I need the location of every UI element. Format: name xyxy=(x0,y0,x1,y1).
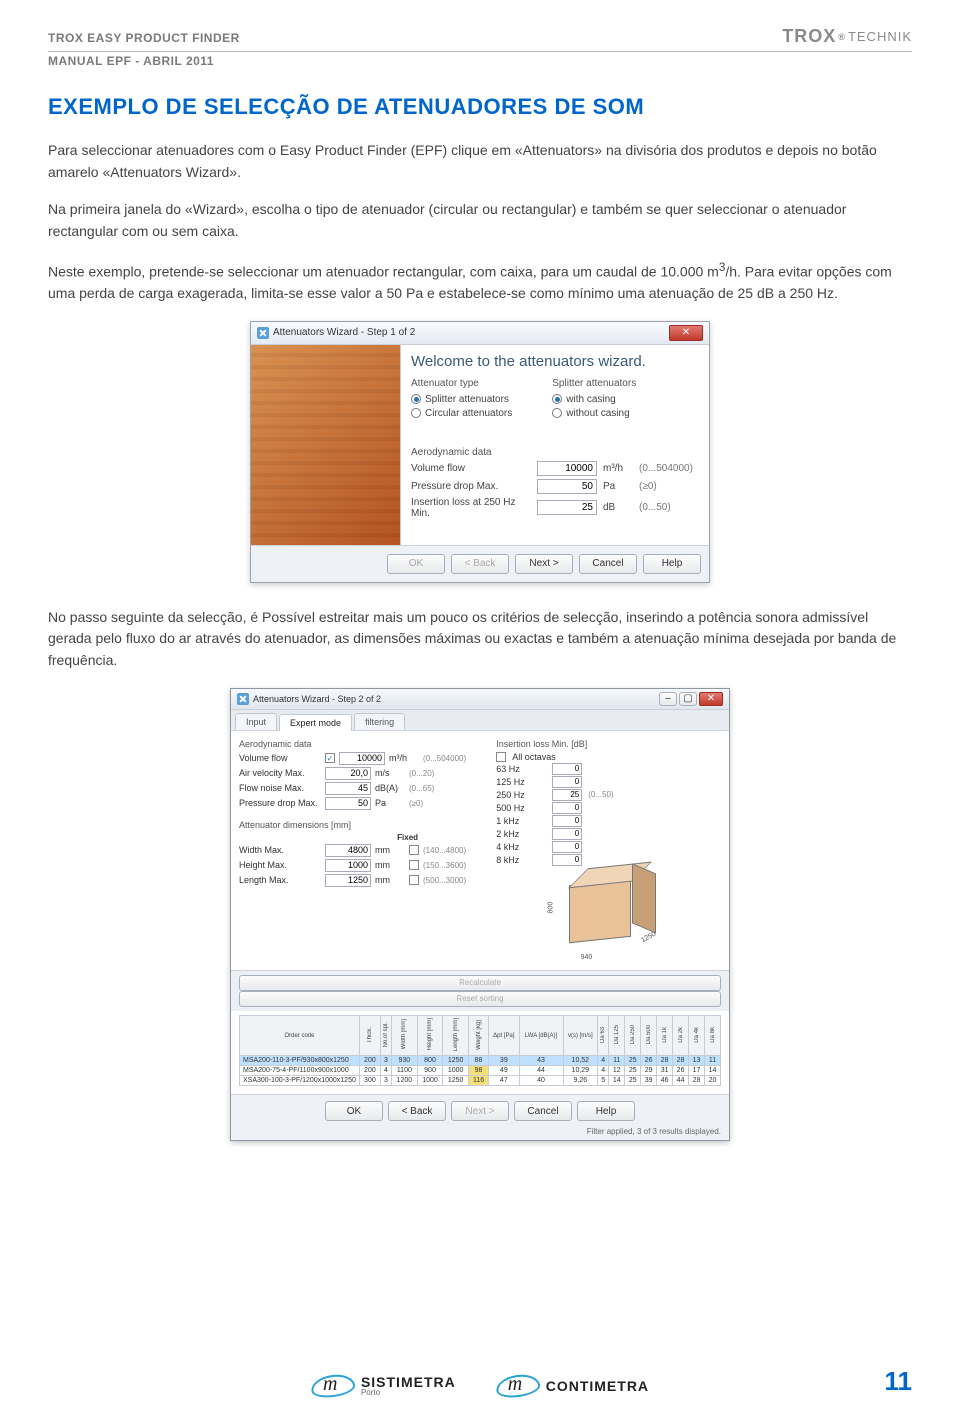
next-button-2[interactable]: Next > xyxy=(451,1101,509,1121)
width-fixed-check[interactable] xyxy=(409,845,419,855)
flow-noise-input[interactable] xyxy=(325,782,371,795)
paragraph-2: Na primeira janela do «Wizard», escolha … xyxy=(48,199,912,242)
volume-flow-input[interactable] xyxy=(537,461,597,476)
air-velocity-input[interactable] xyxy=(325,767,371,780)
reset-sorting-button[interactable]: Reset sorting xyxy=(239,991,721,1007)
back-button-2[interactable]: < Back xyxy=(388,1101,446,1121)
tab-input[interactable]: Input xyxy=(235,713,277,730)
close-button[interactable]: ✕ xyxy=(669,325,703,341)
radio-with-casing[interactable]: with casing xyxy=(552,394,636,405)
radio-splitter[interactable]: Splitter attenuators xyxy=(411,394,512,405)
length-max-input[interactable] xyxy=(325,874,371,887)
oct-63-input[interactable] xyxy=(552,763,582,775)
next-button[interactable]: Next > xyxy=(515,554,573,574)
maximize-button[interactable]: ▢ xyxy=(679,692,697,706)
attenuator-type-label: Attenuator type xyxy=(411,378,512,389)
oct-4k-input[interactable] xyxy=(552,841,582,853)
app-icon xyxy=(237,693,249,705)
radio-dot-icon xyxy=(411,408,421,418)
wizard-step1-window: Attenuators Wizard - Step 1 of 2 ✕ Welco… xyxy=(250,321,710,583)
insertion-loss-label: Insertion loss at 250 Hz Min. xyxy=(411,497,531,519)
oct-250-input[interactable] xyxy=(552,789,582,801)
dimensions-label: Attenuator dimensions [mm] xyxy=(239,820,486,830)
radio-dot-icon xyxy=(552,408,562,418)
pressure-drop-input-2[interactable] xyxy=(325,797,371,810)
tab-filtering[interactable]: filtering xyxy=(354,713,405,730)
splitter-type-label: Splitter attenuators xyxy=(552,378,636,389)
pressure-drop-input[interactable] xyxy=(537,479,597,494)
wizard-welcome: Welcome to the attenuators wizard. xyxy=(411,353,699,370)
results-table: Order code Thick. No.of spl. Width [mm] … xyxy=(239,1015,721,1086)
height-max-input[interactable] xyxy=(325,859,371,872)
result-row-3[interactable]: XSA300-100-3-PF/1200x1000x1250 3003 1200… xyxy=(240,1076,721,1086)
cancel-button-2[interactable]: Cancel xyxy=(514,1101,572,1121)
paragraph-1: Para seleccionar atenuadores com o Easy … xyxy=(48,140,912,183)
radio-dot-icon xyxy=(552,394,562,404)
volume-flow-check[interactable]: ✓ xyxy=(325,753,335,763)
header-left: TROX EASY PRODUCT FINDER xyxy=(48,31,240,45)
oct-2k-input[interactable] xyxy=(552,828,582,840)
radio-circular[interactable]: Circular attenuators xyxy=(411,408,512,419)
back-button[interactable]: < Back xyxy=(451,554,509,574)
result-row-2[interactable]: MSA200-75-4-PF/1100x900x1000 2004 110090… xyxy=(240,1066,721,1076)
paragraph-4: No passo seguinte da selecção, é Possíve… xyxy=(48,607,912,672)
paragraph-3: Neste exemplo, pretende-se seleccionar u… xyxy=(48,259,912,305)
page-number: 11 xyxy=(885,1366,913,1397)
window-title: Attenuators Wizard - Step 1 of 2 xyxy=(273,327,415,338)
oct-8k-input[interactable] xyxy=(552,854,582,866)
oct-500-input[interactable] xyxy=(552,802,582,814)
trox-logo: TROX® TECHNIK xyxy=(782,26,912,47)
height-fixed-check[interactable] xyxy=(409,860,419,870)
all-octaves-check[interactable] xyxy=(496,752,506,762)
volume-flow-input-2[interactable] xyxy=(339,752,385,765)
aero-data-label-2: Aerodynamic data xyxy=(239,739,486,749)
volume-flow-label: Volume flow xyxy=(411,463,531,474)
recalculate-button[interactable]: Recalculate xyxy=(239,975,721,991)
contimetra-logo: CONTIMETRA xyxy=(496,1375,649,1397)
header-sub: MANUAL EPF - ABRIL 2011 xyxy=(48,54,912,68)
wizard-step2-window: Attenuators Wizard - Step 2 of 2 – ▢ ✕ I… xyxy=(230,688,730,1141)
page-title: EXEMPLO DE SELECÇÃO DE ATENUADORES DE SO… xyxy=(48,94,912,120)
page-footer: SISTIMETRA Porto CONTIMETRA xyxy=(0,1374,960,1397)
help-button[interactable]: Help xyxy=(643,554,701,574)
radio-dot-icon xyxy=(411,394,421,404)
attenuator-3d-icon: 800 940 1250 xyxy=(549,872,669,962)
insertion-loss-input[interactable] xyxy=(537,500,597,515)
close-button-2[interactable]: ✕ xyxy=(699,692,723,706)
ok-button[interactable]: OK xyxy=(387,554,445,574)
cancel-button[interactable]: Cancel xyxy=(579,554,637,574)
sistimetra-logo: SISTIMETRA Porto xyxy=(311,1374,456,1397)
width-max-input[interactable] xyxy=(325,844,371,857)
oct-1k-input[interactable] xyxy=(552,815,582,827)
pressure-drop-label: Pressure drop Max. xyxy=(411,481,531,492)
insertion-loss-label-2: Insertion loss Min. [dB] xyxy=(496,739,721,749)
app-icon xyxy=(257,327,269,339)
filter-status: Filter applied, 3 of 3 results displayed… xyxy=(239,1127,721,1136)
wizard-illustration xyxy=(251,345,401,545)
ok-button-2[interactable]: OK xyxy=(325,1101,383,1121)
result-row-1[interactable]: MSA200-110-3-PF/930x800x1250 2003 930800… xyxy=(240,1056,721,1066)
minimize-button[interactable]: – xyxy=(659,692,677,706)
help-button-2[interactable]: Help xyxy=(577,1101,635,1121)
oct-125-input[interactable] xyxy=(552,776,582,788)
length-fixed-check[interactable] xyxy=(409,875,419,885)
aero-data-label: Aerodynamic data xyxy=(411,447,699,458)
window-title-2: Attenuators Wizard - Step 2 of 2 xyxy=(253,694,381,704)
col-order-code[interactable]: Order code xyxy=(240,1015,360,1055)
radio-without-casing[interactable]: without casing xyxy=(552,408,636,419)
tab-expert[interactable]: Expert mode xyxy=(279,714,352,731)
